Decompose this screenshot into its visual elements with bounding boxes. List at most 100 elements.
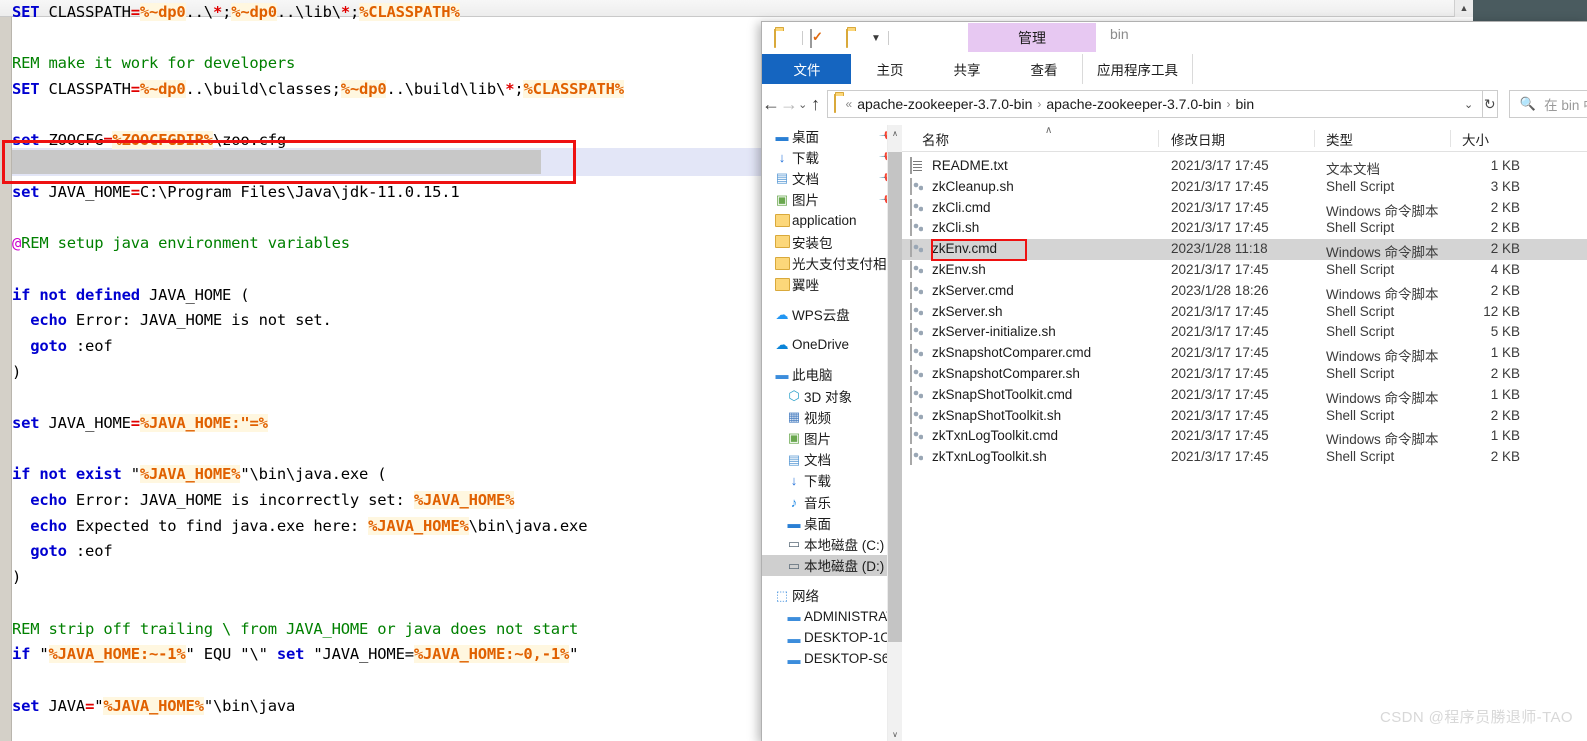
- code-token: if not exist: [12, 465, 122, 484]
- forward-button[interactable]: →: [780, 89, 798, 119]
- nav-item-9[interactable]: ☁ WPS云盘: [762, 304, 901, 325]
- nav-group-spacer: [762, 295, 901, 304]
- table-row[interactable]: zkSnapShotToolkit.sh 2021/3/17 17:45 Shell…: [902, 406, 1587, 427]
- nav-item-4[interactable]: application: [762, 210, 901, 231]
- column-divider-2[interactable]: [1314, 130, 1315, 147]
- folder-icon: [774, 234, 790, 250]
- file-date: 2021/3/17 17:45: [1171, 345, 1269, 361]
- table-row[interactable]: zkSnapShotToolkit.cmd 2021/3/17 17:45 Wind…: [902, 385, 1587, 406]
- ribbon-tab-2[interactable]: 共享: [928, 54, 1005, 84]
- desktop-icon: ▬: [787, 515, 801, 531]
- scroll-up-icon[interactable]: ∧: [888, 125, 902, 141]
- recent-locations-button[interactable]: ⌄: [798, 89, 808, 119]
- nav-item-7[interactable]: 翼唑: [762, 273, 901, 294]
- table-row[interactable]: zkSnapshotComparer.cmd 2021/3/17 17:45 Win…: [902, 343, 1587, 364]
- column-header-name[interactable]: 名称 ∧: [922, 125, 1052, 149]
- scroll-down-icon[interactable]: ∨: [888, 726, 902, 741]
- table-row[interactable]: zkServer-initialize.sh 2021/3/17 17:45 She…: [902, 322, 1587, 343]
- nav-item-label: 翼唑: [792, 277, 819, 293]
- table-row[interactable]: zkServer.cmd 2023/1/28 18:26 Windows 命令脚本 2…: [902, 281, 1587, 302]
- file-size: 1 KB: [1490, 158, 1520, 173]
- search-input[interactable]: 🔍 在 bin 中搜索: [1508, 90, 1587, 118]
- table-row[interactable]: zkSnapshotComparer.sh 2021/3/17 17:45 Shel…: [902, 364, 1587, 385]
- table-row[interactable]: zkEnv.sh 2021/3/17 17:45 Shell Script 4 KB: [902, 260, 1587, 281]
- folder-icon[interactable]: [774, 28, 791, 48]
- script-file-icon: [910, 240, 926, 258]
- table-row[interactable]: zkCleanup.sh 2021/3/17 17:45 Shell Script 3…: [902, 177, 1587, 198]
- nav-item-18[interactable]: ↓ 下载: [762, 470, 901, 491]
- up-button[interactable]: ↑: [808, 89, 824, 119]
- nav-item-11[interactable]: ☁ OneDrive: [762, 334, 901, 355]
- code-line: REM make it work for developers: [12, 51, 624, 77]
- table-row[interactable]: zkCli.cmd 2021/3/17 17:45 Windows 命令脚本 2 KB: [902, 198, 1587, 219]
- nav-item-2[interactable]: ▤文档📌: [762, 167, 901, 188]
- navigation-pane[interactable]: ▬桌面📌↓下载📌▤文档📌▣图片📌application 安装包光大支付支付相关翼唑…: [762, 125, 902, 741]
- computer-icon: ▬: [787, 630, 801, 646]
- documents-icon: ▤: [775, 170, 789, 186]
- nav-item-3[interactable]: ▣图片📌: [762, 189, 901, 210]
- nav-item-0[interactable]: ▬桌面📌: [762, 125, 901, 146]
- properties-icon[interactable]: [810, 28, 827, 48]
- nav-item-26[interactable]: ▬ DESKTOP-1O8I: [762, 627, 902, 648]
- code-token: %CLASSPATH%: [359, 3, 460, 21]
- nav-item-25[interactable]: ▬ ADMINISTRATO: [762, 606, 902, 627]
- videos-icon: ▦: [787, 409, 801, 425]
- column-header-size[interactable]: 大小: [1462, 129, 1489, 149]
- nav-item-16[interactable]: ▣ 图片: [762, 427, 901, 448]
- table-row[interactable]: zkTxnLogToolkit.sh 2021/3/17 17:45 Shell S…: [902, 447, 1587, 468]
- column-divider-3[interactable]: [1450, 130, 1451, 147]
- new-folder-icon[interactable]: [846, 28, 863, 48]
- breadcrumb-item-0[interactable]: apache-zookeeper-3.7.0-bin: [857, 96, 1032, 112]
- navigation-pane-scrollbar[interactable]: ∧ ∨: [887, 125, 902, 741]
- nav-item-15[interactable]: ▦ 视频: [762, 406, 901, 427]
- code-token: CLASSPATH: [39, 80, 131, 99]
- script-file-icon: [910, 302, 926, 321]
- table-row[interactable]: README.txt 2021/3/17 17:45 文本文档 1 KB: [902, 156, 1587, 177]
- script-file-icon: [910, 261, 926, 279]
- nav-item-17[interactable]: ▤ 文档: [762, 449, 901, 470]
- column-header-date[interactable]: 修改日期: [1171, 129, 1225, 149]
- column-header-type[interactable]: 类型: [1326, 129, 1353, 149]
- file-name: zkSnapShotToolkit.cmd: [932, 386, 1073, 402]
- nav-item-label: 安装包: [792, 235, 833, 251]
- nav-item-1[interactable]: ↓下载📌: [762, 146, 901, 167]
- refresh-icon[interactable]: ↻: [1482, 90, 1498, 118]
- code-token: "JAVA_HOME=: [304, 645, 414, 664]
- nav-item-13[interactable]: ▬ 此电脑: [762, 364, 901, 385]
- code-text[interactable]: SET CLASSPATH=%~dp0..\*;%~dp0..\lib\*;%C…: [12, 0, 624, 719]
- nav-item-24[interactable]: ⬚ 网络: [762, 585, 901, 606]
- contextual-tab-manage[interactable]: 管理: [968, 23, 1096, 52]
- table-row[interactable]: zkServer.sh 2021/3/17 17:45 Shell Script 12…: [902, 302, 1587, 323]
- breadcrumb-item-1[interactable]: apache-zookeeper-3.7.0-bin: [1046, 96, 1221, 112]
- computer-icon: ▬: [787, 609, 801, 625]
- ribbon-tab-3[interactable]: 查看: [1005, 54, 1082, 84]
- scrollbar-thumb[interactable]: [888, 152, 902, 642]
- table-row[interactable]: zkCli.sh 2021/3/17 17:45 Shell Script 2 KB: [902, 218, 1587, 239]
- code-token: %JAVA_HOME:~0,-1%: [413, 645, 570, 664]
- nav-item-5[interactable]: 安装包: [762, 231, 901, 252]
- nav-item-27[interactable]: ▬ DESKTOP-S620: [762, 648, 902, 669]
- chevron-down-icon[interactable]: ⌄: [1456, 91, 1482, 117]
- breadcrumb-item-2[interactable]: bin: [1235, 96, 1254, 112]
- file-size: 4 KB: [1490, 262, 1520, 277]
- scroll-up-icon[interactable]: ▲: [1454, 0, 1473, 17]
- this-pc-icon: ▬: [775, 367, 789, 383]
- breadcrumb-overflow-icon[interactable]: «: [846, 97, 853, 111]
- nav-item-14[interactable]: ⬡ 3D 对象: [762, 385, 901, 406]
- breadcrumb-address-field[interactable]: « apache-zookeeper-3.7.0-bin › apache-zo…: [826, 90, 1483, 118]
- ribbon-tab-0[interactable]: 文件: [762, 54, 851, 84]
- nav-item-6[interactable]: 光大支付支付相关: [762, 252, 901, 273]
- back-button[interactable]: ←: [762, 89, 780, 119]
- file-size: 3 KB: [1490, 178, 1520, 194]
- table-row[interactable]: zkTxnLogToolkit.cmd 2021/3/17 17:45 Window…: [902, 426, 1587, 447]
- nav-item-20[interactable]: ▬ 桌面: [762, 512, 901, 533]
- file-explorer-window: ▼ 管理 bin 文件主页共享查看应用程序工具 ← → ⌄ ↑ « apache…: [761, 21, 1587, 741]
- customize-dropdown-icon[interactable]: ▼: [871, 33, 881, 44]
- ribbon-tab-1[interactable]: 主页: [851, 54, 928, 84]
- code-token: %~dp0: [139, 3, 186, 21]
- nav-item-19[interactable]: ♪ 音乐: [762, 491, 901, 512]
- ribbon-tab-4[interactable]: 应用程序工具: [1082, 54, 1193, 84]
- column-divider[interactable]: [1158, 130, 1159, 147]
- nav-item-22[interactable]: ▭ 本地磁盘 (D:): [762, 554, 901, 576]
- nav-item-21[interactable]: ▭ 本地磁盘 (C:): [762, 533, 901, 554]
